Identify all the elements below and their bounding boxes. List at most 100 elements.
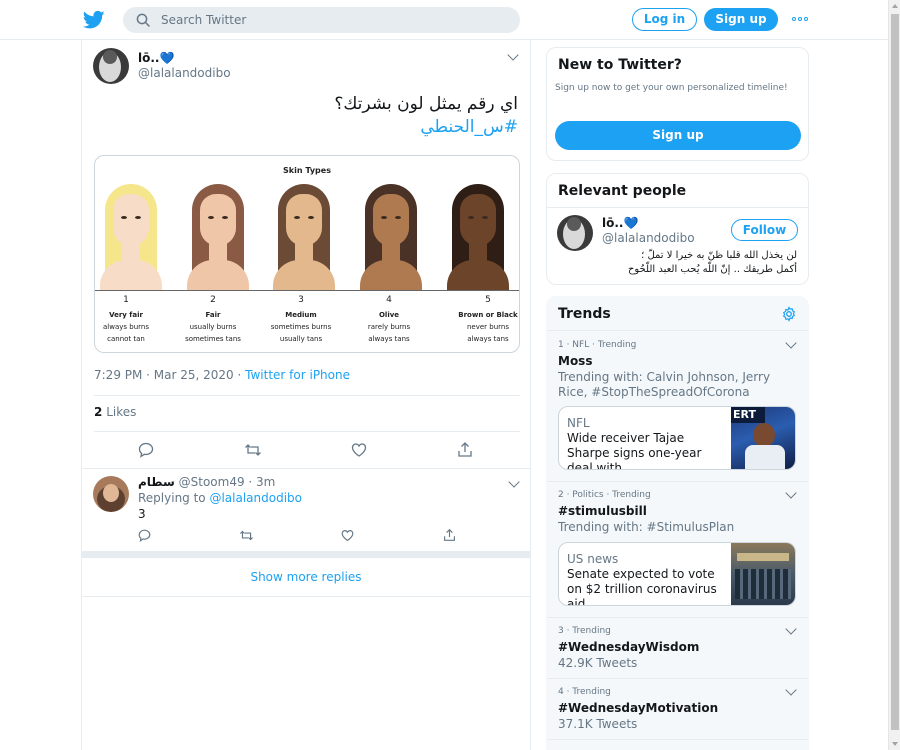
skin-type-label: 1 Very fair always burns cannot tan [95,294,168,345]
skin-type-label: 3 Medium sometimes burns usually tans [259,294,343,345]
like-heart-icon[interactable] [341,529,354,542]
replying-to-prefix: Replying to [138,491,210,505]
skin-type-tan: always tans [467,335,509,343]
trend-news-card[interactable]: US news Senate expected to vote on $2 tr… [558,542,796,606]
author-name[interactable]: lō..💙 [138,51,174,65]
media-title: Skin Types [283,166,331,175]
media-divider [95,290,519,291]
skin-type-tan: cannot tan [107,335,145,343]
author-avatar[interactable] [93,48,129,84]
skin-type-name: Medium [285,311,317,319]
trend-news-card[interactable]: NFL Wide receiver Tajae Sharpe signs one… [558,406,796,470]
chevron-down-icon[interactable] [785,684,797,696]
twitter-logo-icon[interactable] [83,10,105,30]
skin-type-label: 2 Fair usually burns sometimes tans [171,294,255,345]
gear-icon[interactable] [781,306,797,322]
tweet-hashtag[interactable]: #س_الحنطي [98,116,518,139]
reply-avatar[interactable] [93,476,129,512]
trend-name[interactable]: #WednesdayWisdom [558,640,699,654]
scroll-down-arrow-icon[interactable] [892,742,898,746]
divider [547,330,808,331]
trend-name[interactable]: #stimulusbill [558,504,647,518]
avatar-shape [103,484,119,502]
figure-eye [208,216,214,219]
relevant-people-card: Relevant people lō..💙 @lalalandodibo Fol… [546,173,809,285]
reply-tweet[interactable]: سطام @Stoom49 · 3m Replying to @lalaland… [82,468,530,550]
divider [82,596,530,597]
figure-eye [121,216,127,219]
skin-type-number: 4 [386,295,392,305]
reply-author[interactable]: سطام @Stoom49 · 3m [138,475,275,489]
thumbnail-shape [753,423,775,447]
chevron-down-icon[interactable] [785,337,797,349]
scroll-up-arrow-icon[interactable] [892,4,898,8]
reply-author-name: سطام [138,475,175,489]
thumbnail-shape [735,569,791,599]
avatar-shape [103,50,117,64]
dot [804,17,808,21]
search-bar[interactable] [123,7,520,33]
skin-type-number: 1 [123,295,129,305]
author-handle[interactable]: @lalalandodibo [138,66,231,80]
person-avatar[interactable] [557,215,593,251]
blue-heart-emoji: 💙 [623,216,639,230]
chevron-down-icon[interactable] [785,623,797,635]
trends-title: Trends [558,306,611,322]
skin-figure [360,184,422,290]
follow-button[interactable]: Follow [731,219,798,241]
login-button[interactable]: Log in [632,8,697,31]
share-icon[interactable] [443,528,456,542]
divider [94,431,520,432]
share-icon[interactable] [457,441,473,458]
divider [547,481,808,482]
divider [547,617,808,618]
main-column: lō..💙 @lalalandodibo اي رقم يمثل لون بشر… [81,40,531,750]
thread-separator [82,551,530,558]
person-bio-line: أكمل طريقك .. إنّ اللّه يُحب العبد اللّح… [627,264,797,275]
sidebar-signup-button[interactable]: Sign up [555,121,801,150]
tweet-source-link[interactable]: Twitter for iPhone [245,368,350,382]
search-input[interactable] [161,10,501,30]
chevron-down-icon[interactable] [785,487,797,499]
retweet-icon[interactable] [244,442,262,458]
skin-type-number: 5 [485,295,491,305]
trend-meta: 1 · NFL · Trending [558,340,637,350]
news-headline: Senate expected to vote on $2 trillion c… [567,567,717,606]
skin-type-name: Olive [378,311,400,319]
thumbnail-shape [745,445,785,469]
skin-type-label: 5 Brown or Black never burns always tans [446,294,519,345]
trend-context: Trending with: Calvin Johnson, Jerry Ric… [558,370,771,399]
skin-type-name: Very fair [109,311,143,319]
show-more-replies-link[interactable]: Show more replies [82,570,530,584]
chevron-down-icon[interactable] [507,49,519,61]
person-name[interactable]: lō..💙 [602,216,638,230]
person-bio: لن يخذل الله قلبا ظنّ به خيرا لا تملّ ؛ … [557,249,797,277]
person-handle[interactable]: @lalalandodibo [602,231,695,245]
signup-button[interactable]: Sign up [704,8,778,31]
figure-face [373,194,409,246]
skin-type-name: Fair [205,311,221,319]
reply-text: 3 [138,507,146,521]
person-bio-line: لن يخذل الله قلبا ظنّ به خيرا لا تملّ ؛ [641,250,797,261]
skin-type-burn: usually burns [189,323,237,331]
like-heart-icon[interactable] [351,442,367,458]
reply-icon[interactable] [138,442,154,458]
skin-type-label: 4 Olive rarely burns always tans [347,294,431,345]
figure-eye [395,216,401,219]
scrollbar-thumb[interactable] [891,14,899,730]
tweet-time: 7:29 PM · Mar 25, 2020 · [94,368,246,382]
more-options-icon[interactable] [792,17,808,21]
chevron-down-icon[interactable] [508,476,520,488]
reply-icon[interactable] [138,529,151,542]
trend-meta: 2 · Politics · Trending [558,490,651,500]
likes-count[interactable]: 2 Likes [94,405,136,419]
news-category: US news [567,552,619,566]
trend-name[interactable]: #WednesdayMotivation [558,701,718,715]
trend-name[interactable]: Moss [558,354,592,368]
page-scrollbar[interactable] [888,0,900,750]
tweet-media-image[interactable]: Skin Types 1 Very fair always burns cannot … [94,155,520,353]
figure-eye [381,216,387,219]
retweet-icon[interactable] [239,529,254,542]
search-icon [136,13,150,27]
replying-to-handle[interactable]: @lalalandodibo [209,491,302,505]
